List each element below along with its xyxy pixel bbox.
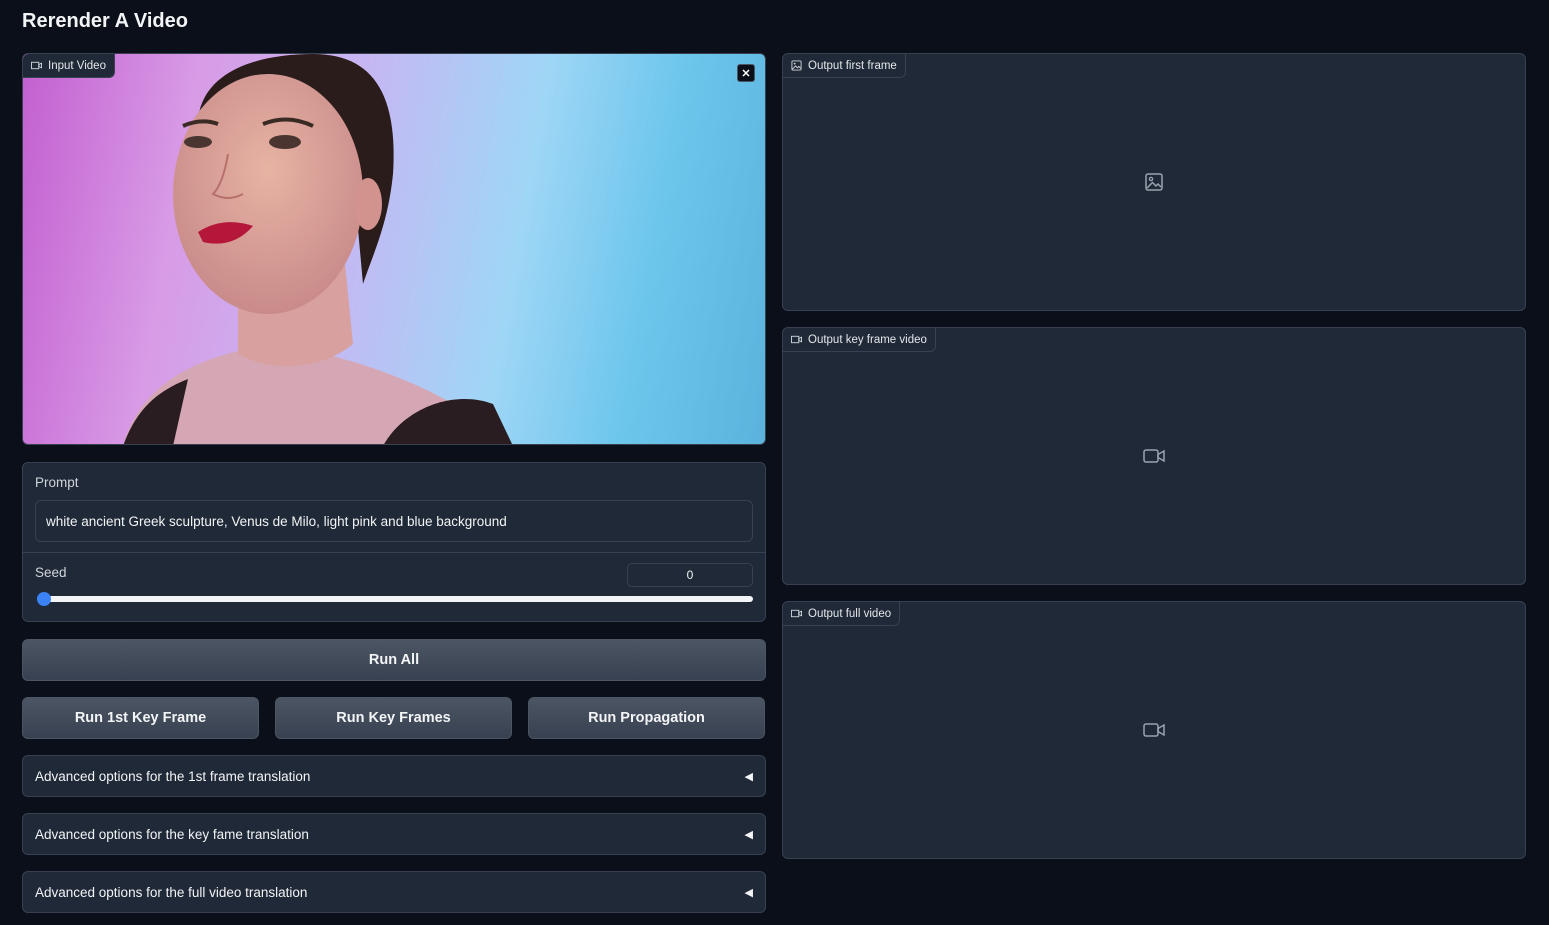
seed-number-input[interactable]: 0 [627, 563, 753, 587]
run-first-key-frame-button[interactable]: Run 1st Key Frame [22, 697, 259, 739]
accordion-full-video-options[interactable]: Advanced options for the full video tran… [22, 871, 766, 913]
page-title: Rerender A Video [22, 10, 188, 32]
settings-block: Prompt white ancient Greek sculpture, Ve… [22, 462, 766, 622]
seed-label: Seed [35, 565, 67, 580]
video-placeholder-icon [1143, 723, 1165, 737]
video-icon [791, 335, 802, 344]
portrait-thumbnail [123, 54, 513, 444]
output-key-frame-video-panel: Output key frame video [782, 327, 1526, 585]
run-propagation-button[interactable]: Run Propagation [528, 697, 765, 739]
input-video-frame[interactable] [23, 54, 765, 444]
output-key-frame-video-label: Output key frame video [783, 328, 936, 352]
input-video-panel[interactable]: Input Video [22, 53, 766, 445]
output-first-frame-label: Output first frame [783, 54, 906, 78]
accordion-first-frame-options[interactable]: Advanced options for the 1st frame trans… [22, 755, 766, 797]
collapse-caret-icon: ◀ [744, 770, 753, 783]
collapse-caret-icon: ◀ [744, 886, 753, 899]
divider [23, 552, 765, 553]
image-placeholder-icon [1145, 173, 1163, 191]
output-full-video-label: Output full video [783, 602, 901, 626]
output-full-video-panel: Output full video [782, 601, 1526, 859]
seed-slider-thumb[interactable] [37, 592, 51, 606]
video-icon [791, 609, 802, 618]
input-video-label-text: Input Video [48, 59, 106, 72]
run-key-frames-button[interactable]: Run Key Frames [275, 697, 512, 739]
video-icon [31, 61, 42, 70]
accordion-key-frame-options[interactable]: Advanced options for the key fame transl… [22, 813, 766, 855]
output-key-frame-video-label-text: Output key frame video [808, 333, 927, 346]
accordion-label: Advanced options for the full video tran… [35, 884, 308, 900]
accordion-label: Advanced options for the key fame transl… [35, 826, 309, 842]
clear-video-button[interactable] [737, 64, 755, 82]
seed-slider-track[interactable] [37, 596, 753, 602]
prompt-input[interactable]: white ancient Greek sculpture, Venus de … [35, 500, 753, 542]
accordion-label: Advanced options for the 1st frame trans… [35, 768, 311, 784]
output-first-frame-panel: Output first frame [782, 53, 1526, 311]
prompt-label: Prompt [35, 475, 79, 490]
input-video-label: Input Video [23, 54, 115, 78]
output-first-frame-label-text: Output first frame [808, 59, 897, 72]
run-all-button[interactable]: Run All [22, 639, 766, 681]
video-placeholder-icon [1143, 449, 1165, 463]
collapse-caret-icon: ◀ [744, 828, 753, 841]
close-icon [742, 69, 750, 77]
image-icon [791, 60, 802, 71]
output-full-video-label-text: Output full video [808, 607, 892, 620]
